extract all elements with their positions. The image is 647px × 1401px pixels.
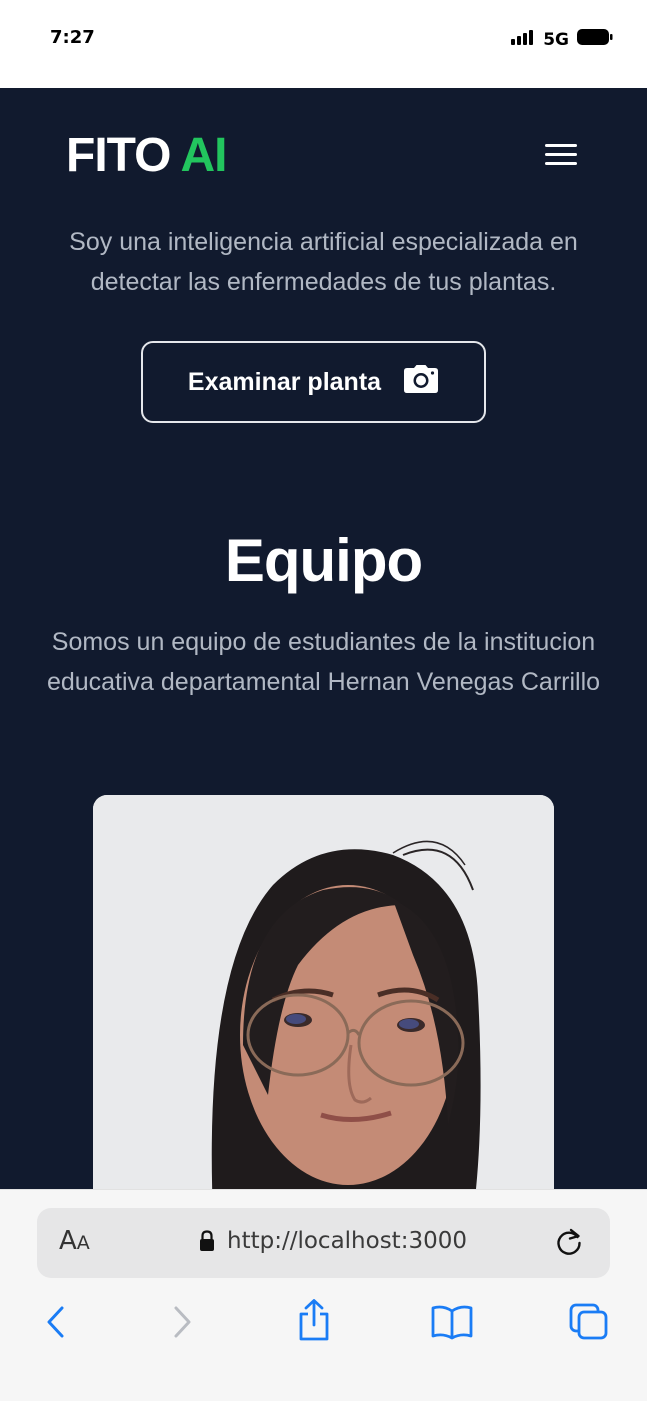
examine-plant-label: Examinar planta xyxy=(187,367,382,396)
browser-toolbar: AA http://localhost:3000 xyxy=(0,1189,647,1401)
examine-plant-button[interactable]: Examinar planta xyxy=(141,341,486,423)
battery-icon xyxy=(577,28,613,51)
camera-icon xyxy=(403,364,439,401)
status-time: 7:27 xyxy=(50,27,95,48)
signal-icon xyxy=(511,29,535,50)
tabs-icon[interactable] xyxy=(568,1302,610,1347)
network-label: 5G xyxy=(543,29,569,50)
logo[interactable]: FITO AI xyxy=(66,128,227,183)
forward-icon[interactable] xyxy=(168,1302,196,1347)
logo-text: FITO xyxy=(66,129,171,182)
web-page: FITO AI Soy una inteligencia artificial e… xyxy=(0,88,647,1189)
status-bar: 7:27 5G xyxy=(0,0,647,88)
team-description: Somos un equipo de estudiantes de la ins… xyxy=(46,628,601,696)
intro-text: Soy una inteligencia artificial especial… xyxy=(69,228,578,296)
team-heading: Equipo xyxy=(224,527,423,594)
reload-icon[interactable] xyxy=(553,1226,585,1263)
text-size-button[interactable]: AA xyxy=(59,1226,90,1256)
status-indicators: 5G xyxy=(511,28,613,51)
url-text: http://localhost:3000 xyxy=(227,1228,467,1254)
hamburger-menu-icon[interactable] xyxy=(540,140,582,170)
address-bar[interactable]: AA http://localhost:3000 xyxy=(37,1208,610,1278)
team-member-photo xyxy=(93,795,554,1189)
logo-accent-text: AI xyxy=(180,129,227,182)
back-icon[interactable] xyxy=(42,1302,70,1347)
share-icon[interactable] xyxy=(296,1298,332,1347)
lock-icon xyxy=(199,1230,215,1257)
bookmarks-icon[interactable] xyxy=(430,1304,474,1345)
